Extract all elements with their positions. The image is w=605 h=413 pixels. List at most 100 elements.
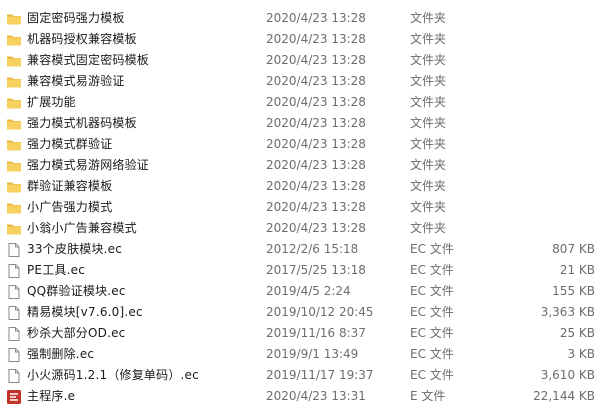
file-icon bbox=[6, 368, 22, 384]
file-icon bbox=[6, 347, 22, 363]
file-name: 群验证兼容模板 bbox=[27, 179, 113, 193]
file-type: EC 文件 bbox=[410, 284, 454, 298]
file-row[interactable]: QQ群验证模块.ec 2019/4/5 2:24 EC 文件 155 KB bbox=[0, 281, 605, 302]
folder-row[interactable]: 固定密码强力模板 2020/4/23 13:28 文件夹 bbox=[0, 8, 605, 29]
file-type: 文件夹 bbox=[410, 158, 447, 172]
file-date-modified: 2020/4/23 13:28 bbox=[266, 179, 366, 193]
file-type: 文件夹 bbox=[410, 200, 447, 214]
folder-icon bbox=[6, 95, 22, 111]
file-type: EC 文件 bbox=[410, 347, 454, 361]
file-name: 小火源码1.2.1（修复单码）.ec bbox=[27, 368, 199, 382]
file-type: 文件夹 bbox=[410, 137, 447, 151]
file-date-modified: 2020/4/23 13:28 bbox=[266, 200, 366, 214]
e-source-icon bbox=[6, 389, 22, 405]
folder-icon bbox=[6, 221, 22, 237]
file-row[interactable]: 强制删除.ec 2019/9/1 13:49 EC 文件 3 KB bbox=[0, 344, 605, 365]
file-date-modified: 2019/9/1 13:49 bbox=[266, 347, 359, 361]
file-date-modified: 2020/4/23 13:28 bbox=[266, 116, 366, 130]
file-name: 强制删除.ec bbox=[27, 347, 95, 361]
file-type: EC 文件 bbox=[410, 326, 454, 340]
file-list: 固定密码强力模板 2020/4/23 13:28 文件夹 机器码授权兼容模板 2020/… bbox=[0, 0, 605, 413]
folder-row[interactable]: 强力模式机器码模板 2020/4/23 13:28 文件夹 bbox=[0, 113, 605, 134]
file-date-modified: 2019/4/5 2:24 bbox=[266, 284, 351, 298]
file-type: 文件夹 bbox=[410, 32, 447, 46]
folder-icon bbox=[6, 53, 22, 69]
file-name: 精易模块[v7.6.0].ec bbox=[27, 305, 143, 319]
file-name: 强力模式群验证 bbox=[27, 137, 113, 151]
file-date-modified: 2020/4/23 13:28 bbox=[266, 221, 366, 235]
file-date-modified: 2020/4/23 13:28 bbox=[266, 137, 366, 151]
folder-row[interactable]: 小翁小广告兼容模式 2020/4/23 13:28 文件夹 bbox=[0, 218, 605, 239]
file-name: 主程序.e bbox=[27, 389, 76, 403]
folder-row[interactable]: 强力模式易游网络验证 2020/4/23 13:28 文件夹 bbox=[0, 155, 605, 176]
file-date-modified: 2020/4/23 13:28 bbox=[266, 74, 366, 88]
file-row[interactable]: 精易模块[v7.6.0].ec 2019/10/12 20:45 EC 文件 3,36… bbox=[0, 302, 605, 323]
file-type: EC 文件 bbox=[410, 242, 454, 256]
file-date-modified: 2019/11/16 8:37 bbox=[266, 326, 366, 340]
folder-icon bbox=[6, 179, 22, 195]
file-type: 文件夹 bbox=[410, 53, 447, 67]
file-row[interactable]: 33个皮肤模块.ec 2012/2/6 15:18 EC 文件 807 KB bbox=[0, 239, 605, 260]
file-name: 强力模式易游网络验证 bbox=[27, 158, 150, 172]
file-date-modified: 2020/4/23 13:28 bbox=[266, 11, 366, 25]
file-type: EC 文件 bbox=[410, 305, 454, 319]
file-size: 22,144 KB bbox=[533, 389, 595, 403]
file-type: 文件夹 bbox=[410, 74, 447, 88]
file-size: 25 KB bbox=[559, 326, 595, 340]
file-type: EC 文件 bbox=[410, 263, 454, 277]
file-name: 兼容模式易游验证 bbox=[27, 74, 125, 88]
file-row[interactable]: 小火源码1.2.1（修复单码）.ec 2019/11/17 19:37 EC 文件 3… bbox=[0, 365, 605, 386]
file-size: 3,610 KB bbox=[540, 368, 595, 382]
file-type: 文件夹 bbox=[410, 95, 447, 109]
file-date-modified: 2020/4/23 13:31 bbox=[266, 389, 366, 403]
file-size: 21 KB bbox=[559, 263, 595, 277]
file-size: 807 KB bbox=[552, 242, 595, 256]
file-type: EC 文件 bbox=[410, 368, 454, 382]
file-size: 3 KB bbox=[567, 347, 595, 361]
file-row[interactable]: PE工具.ec 2017/5/25 13:18 EC 文件 21 KB bbox=[0, 260, 605, 281]
folder-icon bbox=[6, 158, 22, 174]
file-name: 机器码授权兼容模板 bbox=[27, 32, 137, 46]
file-name: PE工具.ec bbox=[27, 263, 86, 277]
file-date-modified: 2019/10/12 20:45 bbox=[266, 305, 374, 319]
file-row[interactable]: 秒杀大部分OD.ec 2019/11/16 8:37 EC 文件 25 KB bbox=[0, 323, 605, 344]
file-name: 小翁小广告兼容模式 bbox=[27, 221, 137, 235]
file-icon bbox=[6, 284, 22, 300]
file-type: 文件夹 bbox=[410, 179, 447, 193]
file-type: E 文件 bbox=[410, 389, 446, 403]
file-date-modified: 2020/4/23 13:28 bbox=[266, 95, 366, 109]
folder-row[interactable]: 扩展功能 2020/4/23 13:28 文件夹 bbox=[0, 92, 605, 113]
folder-row[interactable]: 群验证兼容模板 2020/4/23 13:28 文件夹 bbox=[0, 176, 605, 197]
folder-row[interactable]: 机器码授权兼容模板 2020/4/23 13:28 文件夹 bbox=[0, 29, 605, 50]
file-date-modified: 2012/2/6 15:18 bbox=[266, 242, 359, 256]
file-date-modified: 2019/11/17 19:37 bbox=[266, 368, 374, 382]
file-date-modified: 2020/4/23 13:28 bbox=[266, 158, 366, 172]
folder-icon bbox=[6, 11, 22, 27]
file-row[interactable]: 主程序.e 2020/4/23 13:31 E 文件 22,144 KB bbox=[0, 386, 605, 407]
file-icon bbox=[6, 326, 22, 342]
file-type: 文件夹 bbox=[410, 11, 447, 25]
file-name: 扩展功能 bbox=[27, 95, 76, 109]
file-icon bbox=[6, 263, 22, 279]
file-name: QQ群验证模块.ec bbox=[27, 284, 126, 298]
file-icon bbox=[6, 305, 22, 321]
folder-row[interactable]: 兼容模式固定密码模板 2020/4/23 13:28 文件夹 bbox=[0, 50, 605, 71]
file-name: 固定密码强力模板 bbox=[27, 11, 125, 25]
folder-icon bbox=[6, 74, 22, 90]
folder-row[interactable]: 强力模式群验证 2020/4/23 13:28 文件夹 bbox=[0, 134, 605, 155]
folder-row[interactable]: 小广告强力模式 2020/4/23 13:28 文件夹 bbox=[0, 197, 605, 218]
file-name: 兼容模式固定密码模板 bbox=[27, 53, 150, 67]
file-name: 小广告强力模式 bbox=[27, 200, 113, 214]
file-name: 秒杀大部分OD.ec bbox=[27, 326, 126, 340]
file-name: 强力模式机器码模板 bbox=[27, 116, 137, 130]
file-date-modified: 2020/4/23 13:28 bbox=[266, 53, 366, 67]
folder-icon bbox=[6, 137, 22, 153]
folder-icon bbox=[6, 116, 22, 132]
folder-row[interactable]: 兼容模式易游验证 2020/4/23 13:28 文件夹 bbox=[0, 71, 605, 92]
file-date-modified: 2020/4/23 13:28 bbox=[266, 32, 366, 46]
folder-icon bbox=[6, 32, 22, 48]
file-icon bbox=[6, 242, 22, 258]
file-type: 文件夹 bbox=[410, 116, 447, 130]
file-size: 155 KB bbox=[552, 284, 595, 298]
folder-icon bbox=[6, 200, 22, 216]
